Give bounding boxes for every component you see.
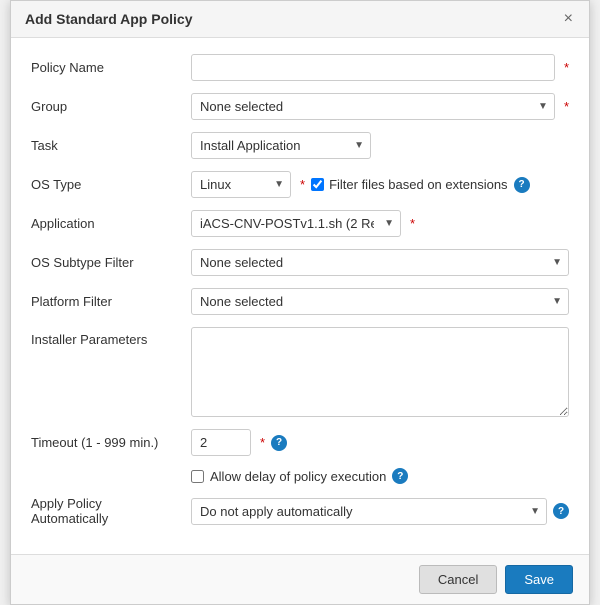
- timeout-control: * ?: [191, 429, 569, 456]
- allow-delay-label: Allow delay of policy execution: [210, 469, 386, 484]
- close-button[interactable]: ×: [562, 11, 575, 27]
- task-select[interactable]: Install Application: [191, 132, 371, 159]
- os-subtype-select-wrap: None selected ▼: [191, 249, 569, 276]
- dialog-title: Add Standard App Policy: [25, 11, 193, 27]
- filter-checkbox[interactable]: [311, 178, 324, 191]
- apply-policy-row: Apply Policy Automatically Do not apply …: [31, 496, 569, 526]
- allow-delay-row: Allow delay of policy execution ?: [191, 468, 569, 484]
- dialog-body: Policy Name * Group None selected ▼ * Ta…: [11, 38, 589, 554]
- apply-policy-help-icon[interactable]: ?: [553, 503, 569, 519]
- os-subtype-row: OS Subtype Filter None selected ▼: [31, 249, 569, 276]
- filter-help-icon[interactable]: ?: [514, 177, 530, 193]
- filter-label: Filter files based on extensions: [329, 177, 507, 192]
- allow-delay-help-icon[interactable]: ?: [392, 468, 408, 484]
- policy-name-row: Policy Name *: [31, 54, 569, 81]
- os-type-select-wrap: Linux Windows macOS ▼: [191, 171, 291, 198]
- policy-name-required: *: [564, 60, 569, 75]
- allow-delay-checkbox[interactable]: [191, 470, 204, 483]
- timeout-row: Timeout (1 - 999 min.) * ?: [31, 429, 569, 456]
- platform-filter-select-wrap: None selected ▼: [191, 288, 569, 315]
- timeout-help-icon[interactable]: ?: [271, 435, 287, 451]
- application-select[interactable]: iACS-CNV-POSTv1.1.sh (2 Reposi: [191, 210, 401, 237]
- group-required: *: [564, 99, 569, 114]
- dialog-header: Add Standard App Policy ×: [11, 1, 589, 38]
- policy-name-control: *: [191, 54, 569, 81]
- task-row: Task Install Application ▼: [31, 132, 569, 159]
- os-type-select[interactable]: Linux Windows macOS: [191, 171, 291, 198]
- timeout-required: *: [260, 435, 265, 450]
- cancel-button[interactable]: Cancel: [419, 565, 497, 594]
- apply-policy-select-wrap: Do not apply automatically Apply automat…: [191, 498, 547, 525]
- timeout-input[interactable]: [191, 429, 251, 456]
- application-select-wrap: iACS-CNV-POSTv1.1.sh (2 Reposi ▼: [191, 210, 401, 237]
- apply-policy-control: Do not apply automatically Apply automat…: [191, 498, 569, 525]
- application-row: Application iACS-CNV-POSTv1.1.sh (2 Repo…: [31, 210, 569, 237]
- group-label: Group: [31, 99, 191, 114]
- os-subtype-control: None selected ▼: [191, 249, 569, 276]
- timeout-label: Timeout (1 - 999 min.): [31, 435, 191, 450]
- filter-checkbox-wrap: Filter files based on extensions: [311, 177, 507, 192]
- task-select-wrap: Install Application ▼: [191, 132, 371, 159]
- platform-filter-row: Platform Filter None selected ▼: [31, 288, 569, 315]
- platform-filter-control: None selected ▼: [191, 288, 569, 315]
- os-type-required: *: [300, 177, 305, 192]
- dialog-footer: Cancel Save: [11, 554, 589, 604]
- apply-policy-label: Apply Policy Automatically: [31, 496, 191, 526]
- installer-params-label: Installer Parameters: [31, 327, 191, 347]
- application-required: *: [410, 216, 415, 231]
- platform-filter-select[interactable]: None selected: [191, 288, 569, 315]
- os-type-control: Linux Windows macOS ▼ * Filter files bas…: [191, 171, 569, 198]
- platform-filter-label: Platform Filter: [31, 294, 191, 309]
- group-select-wrap: None selected ▼: [191, 93, 555, 120]
- installer-params-control: [191, 327, 569, 417]
- save-button[interactable]: Save: [505, 565, 573, 594]
- application-control: iACS-CNV-POSTv1.1.sh (2 Reposi ▼ *: [191, 210, 569, 237]
- os-subtype-select[interactable]: None selected: [191, 249, 569, 276]
- task-label: Task: [31, 138, 191, 153]
- os-type-label: OS Type: [31, 177, 191, 192]
- task-control: Install Application ▼: [191, 132, 569, 159]
- group-select[interactable]: None selected: [191, 93, 555, 120]
- installer-params-row: Installer Parameters: [31, 327, 569, 417]
- policy-name-input[interactable]: [191, 54, 555, 81]
- application-label: Application: [31, 216, 191, 231]
- os-type-row: OS Type Linux Windows macOS ▼ * Filter f…: [31, 171, 569, 198]
- group-row: Group None selected ▼ *: [31, 93, 569, 120]
- add-policy-dialog: Add Standard App Policy × Policy Name * …: [10, 0, 590, 605]
- os-subtype-label: OS Subtype Filter: [31, 255, 191, 270]
- group-control: None selected ▼ *: [191, 93, 569, 120]
- apply-policy-select[interactable]: Do not apply automatically Apply automat…: [191, 498, 547, 525]
- policy-name-label: Policy Name: [31, 60, 191, 75]
- installer-params-textarea[interactable]: [191, 327, 569, 417]
